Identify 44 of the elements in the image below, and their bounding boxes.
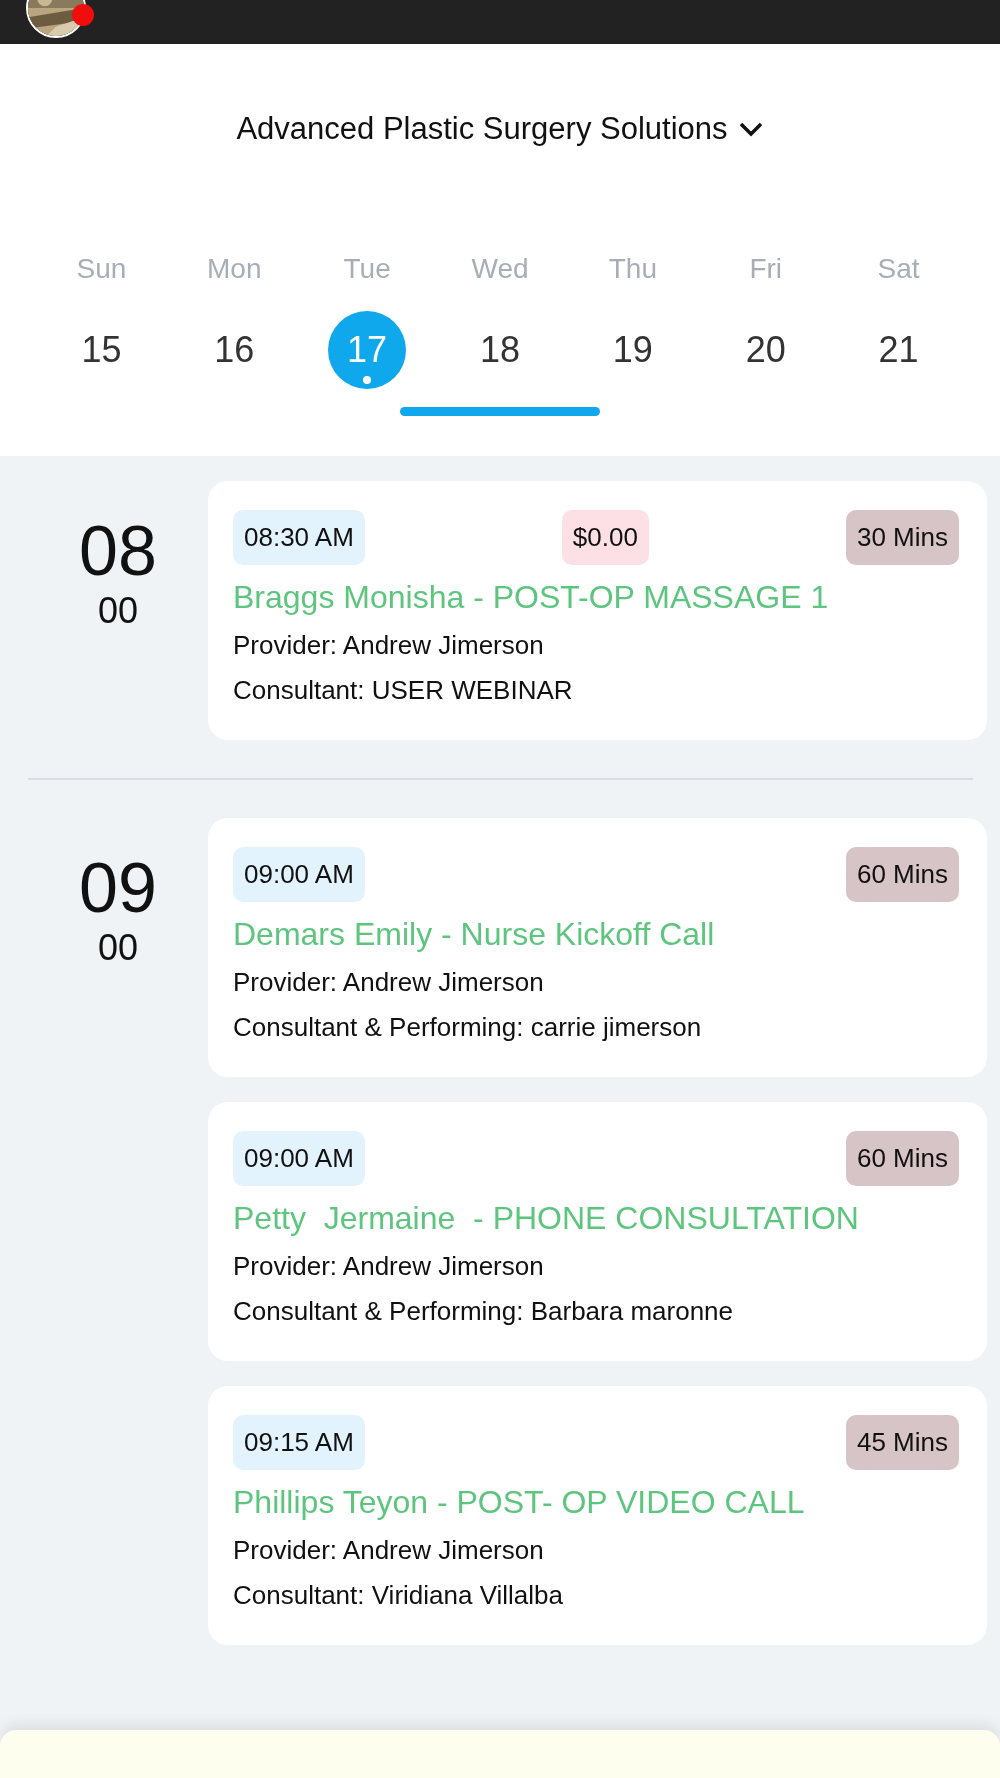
appointment-title: Braggs Monisha - POST-OP MASSAGE 1 xyxy=(233,579,830,616)
appointment-card[interactable]: 08:30 AM $0.00 30 Mins Braggs Monisha - POST-OP MASSAGE 1 Provider: Andrew Jimerson Consultant: USER WEBINAR xyxy=(208,481,987,740)
weekday-label: Fri xyxy=(749,253,783,285)
hour-label: 09 xyxy=(79,850,157,927)
appointment-detail: Provider: Andrew Jimerson xyxy=(233,967,545,998)
time-badge: 08:30 AM xyxy=(233,510,365,565)
duration-badge: 60 Mins xyxy=(845,1131,959,1186)
weekday-label: Thu xyxy=(608,253,657,285)
price-badge: $0.00 xyxy=(561,510,649,565)
appointment-title: Demars Emily - Nurse Kickoff Call xyxy=(233,916,716,953)
hour-label: 08 xyxy=(79,513,157,590)
duration-badge: 30 Mins xyxy=(845,510,959,565)
duration-badge: 60 Mins xyxy=(845,847,959,902)
duration-badge: 45 Mins xyxy=(845,1415,959,1470)
time-badge: 09:00 AM xyxy=(233,847,365,902)
appointment-detail: Provider: Andrew Jimerson xyxy=(233,1535,545,1566)
date-button[interactable]: 19 xyxy=(593,311,672,389)
chevron-down-icon xyxy=(737,120,764,138)
date-button[interactable]: 16 xyxy=(195,311,274,389)
date-button[interactable]: 18 xyxy=(461,311,539,389)
date-button[interactable]: 21 xyxy=(859,311,938,389)
weekday-label: Sat xyxy=(877,253,920,285)
weekday-label: Sun xyxy=(76,253,127,285)
appointment-detail: Consultant & Performing: Barbara maronne xyxy=(233,1296,735,1327)
appointment-title: Petty Jermaine - PHONE CONSULTATION xyxy=(233,1200,860,1237)
minute-label: 00 xyxy=(97,590,138,632)
appointment-title: Phillips Teyon - POST- OP VIDEO CALL xyxy=(233,1484,806,1521)
date-button[interactable]: 15 xyxy=(62,311,141,389)
appointment-detail: Provider: Andrew Jimerson xyxy=(233,630,545,661)
time-badge: 09:00 AM xyxy=(233,1131,365,1186)
weekday-label: Wed xyxy=(471,253,529,285)
appointment-detail: Consultant & Performing: carrie jimerson xyxy=(233,1012,703,1043)
clinic-selector[interactable]: Advanced Plastic Surgery Solutions xyxy=(230,110,770,148)
appointment-detail: Consultant: Viridiana Villalba xyxy=(233,1580,565,1611)
time-badge: 09:15 AM xyxy=(233,1415,365,1470)
weekday-label: Mon xyxy=(207,253,262,285)
appointment-card[interactable]: 09:00 AM 60 Mins Petty Jermaine - PHONE CONSULTATION Provider: Andrew Jimerson Consultant & Performing: Barbara maronne xyxy=(208,1102,987,1361)
weekday-label: Tue xyxy=(343,253,391,285)
date-button[interactable]: 20 xyxy=(726,311,805,389)
appointment-detail: Consultant: USER WEBINAR xyxy=(233,675,574,706)
appointment-detail: Provider: Andrew Jimerson xyxy=(233,1251,545,1282)
appointment-card[interactable]: 09:15 AM 45 Mins Phillips Teyon - POST- OP VIDEO CALL Provider: Andrew Jimerson Consultant: Viridiana Villalba xyxy=(208,1386,987,1645)
minute-label: 00 xyxy=(97,927,138,969)
appointment-card[interactable]: 09:00 AM 60 Mins Demars Emily - Nurse Kickoff Call Provider: Andrew Jimerson Consultant & Performing: carrie jimerson xyxy=(208,818,987,1077)
